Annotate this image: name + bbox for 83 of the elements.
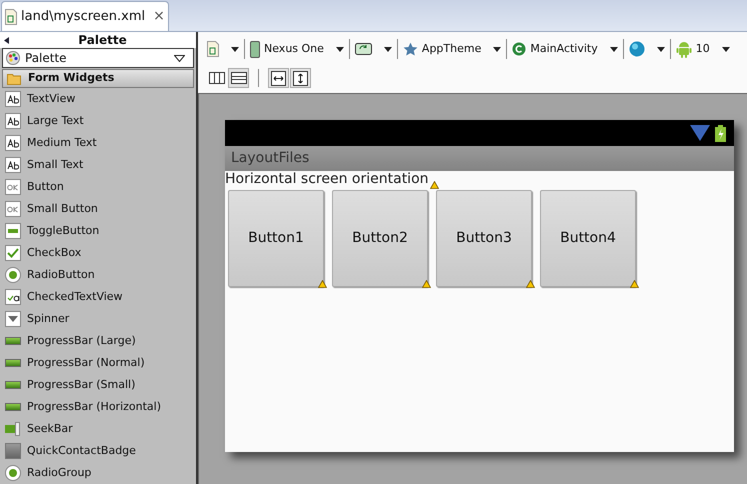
text-widget-icon: [5, 135, 21, 151]
palette-icon: [6, 51, 20, 66]
palette-item[interactable]: ProgressBar (Small): [0, 374, 196, 396]
signal-icon: [690, 125, 710, 141]
progress-bar-icon: [5, 359, 21, 367]
palette-item[interactable]: TextView: [0, 88, 196, 110]
fill-width-button[interactable]: [268, 68, 289, 88]
radio-icon: [5, 267, 21, 283]
widget-button[interactable]: Button4: [540, 190, 636, 286]
editor-tab[interactable]: land\myscreen.xml ×: [1, 1, 169, 31]
progress-bar-icon: [5, 403, 21, 411]
rows-layout-button[interactable]: [228, 68, 249, 88]
caret-icon[interactable]: [336, 46, 344, 52]
palette-item[interactable]: ProgressBar (Horizontal): [0, 396, 196, 418]
app-title: LayoutFiles: [231, 149, 310, 168]
palette-item[interactable]: RadioGroup: [0, 462, 196, 484]
document-icon[interactable]: [5, 8, 17, 24]
palette-item[interactable]: Medium Text: [0, 132, 196, 154]
radio-icon: [5, 465, 21, 481]
palette-item[interactable]: Spinner: [0, 308, 196, 330]
text-widget-icon: [5, 91, 21, 107]
palette-item[interactable]: SeekBar: [0, 418, 196, 440]
palette-item[interactable]: Small Text: [0, 154, 196, 176]
folder-icon: [7, 72, 22, 85]
dropdown-value: Palette: [25, 50, 67, 68]
progress-bar-icon: [5, 381, 21, 389]
caret-icon[interactable]: [231, 46, 239, 52]
progress-bar-icon: [5, 337, 21, 345]
text-widget-icon: [5, 157, 21, 173]
document-icon[interactable]: [207, 41, 219, 57]
caret-icon[interactable]: [493, 46, 502, 52]
caret-icon[interactable]: [722, 46, 730, 52]
palette-item[interactable]: QuickContactBadge: [0, 440, 196, 462]
toolbar-icon-dropdown[interactable]: [206, 41, 240, 57]
palette-title: Palette: [78, 32, 127, 49]
phone-icon[interactable]: [250, 40, 260, 58]
warning-icon: [630, 280, 639, 288]
caret-icon[interactable]: [610, 46, 618, 52]
battery-icon: [715, 124, 726, 142]
button-widget-icon: [5, 179, 21, 195]
widget-button[interactable]: Button1: [228, 190, 324, 286]
text-view: Horizontal screen orientation: [225, 171, 429, 187]
toolbar-dropdown[interactable]: Nexus One: [249, 40, 345, 58]
warning-icon: [430, 180, 439, 188]
category-header[interactable]: Form Widgets: [2, 69, 194, 88]
close-icon[interactable]: ×: [153, 6, 165, 27]
widget-button[interactable]: Button2: [332, 190, 428, 286]
screen-rotate-icon[interactable]: [354, 43, 372, 55]
checkbox-icon: [5, 245, 21, 261]
dropdown-arrow-icon[interactable]: [174, 54, 185, 62]
contact-badge-icon: [5, 443, 21, 459]
palette-item[interactable]: ProgressBar (Normal): [0, 352, 196, 374]
collapse-icon[interactable]: [4, 36, 9, 44]
palette-item[interactable]: CheckBox: [0, 242, 196, 264]
toolbar-dropdown[interactable]: MainActivity: [511, 40, 619, 58]
warning-icon: [526, 280, 535, 288]
palette-dropdown[interactable]: Palette: [2, 48, 194, 68]
palette-item[interactable]: Small Button: [0, 198, 196, 220]
text-widget-icon: [5, 113, 21, 129]
toolbar-dropdown[interactable]: AppTheme: [402, 40, 502, 58]
toggle-icon: [5, 223, 21, 239]
toolbar-dropdown[interactable]: 10: [674, 40, 731, 58]
fill-height-button[interactable]: [290, 68, 311, 88]
palette-item[interactable]: Button: [0, 176, 196, 198]
star-icon[interactable]: [402, 42, 418, 56]
caret-icon[interactable]: [656, 46, 665, 52]
button-widget-icon: [5, 201, 21, 217]
palette-item[interactable]: ProgressBar (Large): [0, 330, 196, 352]
class-icon[interactable]: [512, 42, 526, 56]
seekbar-icon: [5, 422, 21, 436]
palette-item[interactable]: CheckedTextView: [0, 286, 196, 308]
toolbar-icon-dropdown[interactable]: [354, 43, 393, 55]
widget-button[interactable]: Button3: [436, 190, 532, 286]
spinner-icon: [5, 311, 21, 327]
warning-icon: [318, 280, 327, 288]
tab-title: land\myscreen.xml: [21, 8, 146, 26]
palette-item[interactable]: RadioButton: [0, 264, 196, 286]
checked-text-icon: [5, 289, 21, 305]
palette-item[interactable]: ToggleButton: [0, 220, 196, 242]
palette-item[interactable]: Large Text: [0, 110, 196, 132]
caret-icon[interactable]: [384, 46, 392, 52]
toolbar-icon-dropdown[interactable]: [628, 41, 666, 57]
warning-icon: [422, 280, 431, 288]
